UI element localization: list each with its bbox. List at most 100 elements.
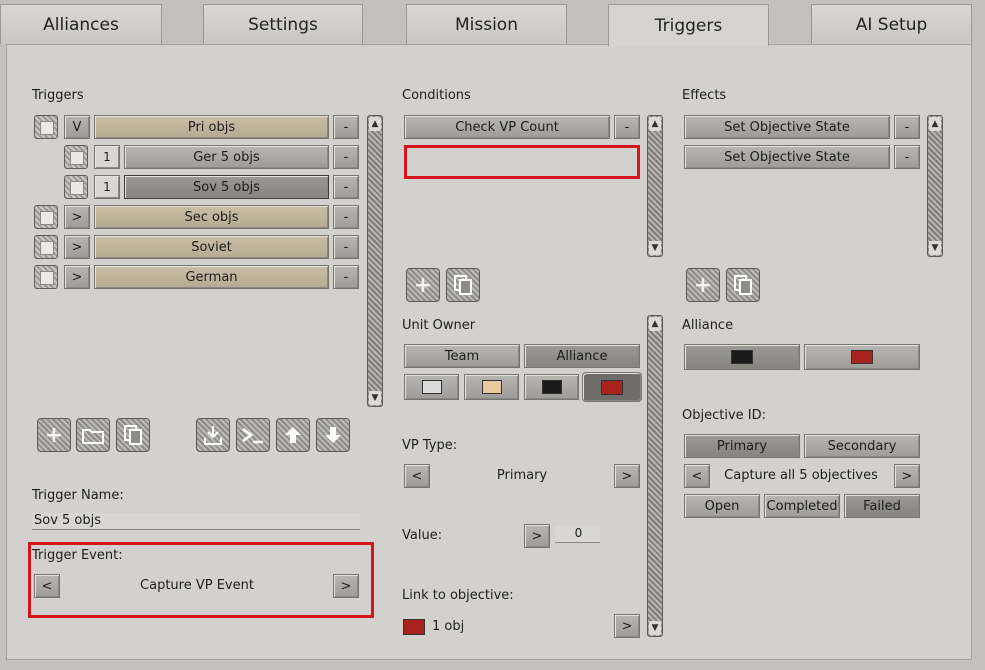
effect-set-objective-state[interactable]: Set Objective State bbox=[684, 115, 890, 139]
effect-remove-button[interactable]: - bbox=[894, 115, 920, 139]
trigger-remove-button[interactable]: - bbox=[333, 175, 359, 199]
trigger-order-number: 1 bbox=[94, 175, 120, 199]
state-completed-button[interactable]: Completed bbox=[764, 494, 840, 518]
link-objective-value: 1 obj bbox=[432, 619, 465, 634]
tab-triggers[interactable]: Triggers bbox=[608, 4, 769, 46]
vp-type-value: Primary bbox=[496, 468, 548, 483]
scroll-up-icon[interactable]: ▲ bbox=[369, 117, 381, 131]
copy-trigger-button[interactable] bbox=[116, 418, 150, 452]
vp-type-next-button[interactable]: > bbox=[614, 464, 640, 488]
trigger-row-soviet[interactable]: Soviet bbox=[94, 235, 329, 259]
scroll-up-icon[interactable]: ▲ bbox=[649, 117, 661, 131]
value-label: Value: bbox=[402, 528, 443, 543]
terminal-icon bbox=[242, 428, 263, 444]
objective-secondary-button[interactable]: Secondary bbox=[804, 434, 920, 458]
color-swatch bbox=[421, 380, 442, 394]
tab-ai-setup[interactable]: AI Setup bbox=[811, 4, 972, 44]
trigger-checkbox[interactable] bbox=[34, 205, 58, 229]
add-condition-button[interactable]: + bbox=[406, 268, 440, 302]
objective-id-label: Objective ID: bbox=[682, 408, 766, 423]
link-to-objective-label: Link to objective: bbox=[402, 588, 514, 603]
trigger-remove-button[interactable]: - bbox=[333, 115, 359, 139]
scroll-down-icon[interactable]: ▼ bbox=[649, 241, 661, 255]
tab-mission[interactable]: Mission bbox=[406, 4, 567, 44]
copy-condition-button[interactable] bbox=[446, 268, 480, 302]
effects-heading: Effects bbox=[682, 88, 727, 103]
condition-check-vp-count[interactable]: Check VP Count bbox=[404, 115, 610, 139]
trigger-checkbox[interactable] bbox=[34, 235, 58, 259]
arrow-down-icon bbox=[325, 427, 341, 443]
objective-color-swatch bbox=[403, 619, 425, 635]
effects-scrollbar[interactable]: ▲ ▼ bbox=[927, 115, 943, 257]
trigger-row-sec-objs[interactable]: Sec objs bbox=[94, 205, 329, 229]
copy-effect-button[interactable] bbox=[726, 268, 760, 302]
trigger-expand-button[interactable]: V bbox=[64, 115, 90, 139]
trigger-checkbox[interactable] bbox=[34, 265, 58, 289]
trigger-row-ger-5-objs[interactable]: Ger 5 objs bbox=[124, 145, 329, 169]
unit-owner-team-button[interactable]: Team bbox=[404, 344, 520, 368]
alliance-color-button[interactable] bbox=[804, 344, 920, 370]
triggers-heading: Triggers bbox=[32, 88, 84, 103]
owner-color-button[interactable] bbox=[464, 374, 519, 400]
objective-prev-button[interactable]: < bbox=[684, 464, 710, 488]
unit-owner-alliance-button[interactable]: Alliance bbox=[524, 344, 640, 368]
state-open-button[interactable]: Open bbox=[684, 494, 760, 518]
alliance-label: Alliance bbox=[682, 318, 734, 333]
add-effect-button[interactable]: + bbox=[686, 268, 720, 302]
condition-details-scrollbar[interactable]: ▲ ▼ bbox=[647, 315, 663, 637]
move-down-button[interactable] bbox=[316, 418, 350, 452]
scroll-up-icon[interactable]: ▲ bbox=[649, 317, 661, 331]
copy-icon bbox=[734, 275, 752, 295]
condition-remove-button[interactable]: - bbox=[614, 115, 640, 139]
scroll-down-icon[interactable]: ▼ bbox=[929, 241, 941, 255]
trigger-row-sov-5-objs[interactable]: Sov 5 objs bbox=[124, 175, 329, 199]
link-objective-next-button[interactable]: > bbox=[614, 614, 640, 638]
conditions-heading: Conditions bbox=[402, 88, 471, 103]
objective-primary-button[interactable]: Primary bbox=[684, 434, 800, 458]
trigger-checkbox[interactable] bbox=[64, 145, 88, 169]
copy-icon bbox=[454, 275, 472, 295]
vp-type-prev-button[interactable]: < bbox=[404, 464, 430, 488]
unit-owner-label: Unit Owner bbox=[402, 318, 476, 333]
tab-settings[interactable]: Settings bbox=[203, 4, 363, 44]
folder-icon bbox=[82, 429, 104, 444]
trigger-remove-button[interactable]: - bbox=[333, 235, 359, 259]
copy-icon bbox=[124, 425, 142, 445]
import-button[interactable] bbox=[196, 418, 230, 452]
alliance-color-button-selected[interactable] bbox=[684, 344, 800, 370]
conditions-scrollbar[interactable]: ▲ ▼ bbox=[647, 115, 663, 257]
trigger-expand-button[interactable]: > bbox=[64, 265, 90, 289]
trigger-remove-button[interactable]: - bbox=[333, 145, 359, 169]
color-swatch bbox=[541, 380, 562, 394]
trigger-remove-button[interactable]: - bbox=[333, 265, 359, 289]
objective-next-button[interactable]: > bbox=[894, 464, 920, 488]
arrow-up-icon bbox=[285, 427, 301, 443]
folder-button[interactable] bbox=[76, 418, 110, 452]
tab-alliances[interactable]: Alliances bbox=[0, 4, 162, 44]
trigger-remove-button[interactable]: - bbox=[333, 205, 359, 229]
add-trigger-button[interactable]: + bbox=[37, 418, 71, 452]
trigger-row-german[interactable]: German bbox=[94, 265, 329, 289]
owner-color-button[interactable] bbox=[404, 374, 459, 400]
state-failed-button[interactable]: Failed bbox=[844, 494, 920, 518]
trigger-name-input[interactable]: Sov 5 objs bbox=[32, 513, 360, 530]
trigger-checkbox[interactable] bbox=[64, 175, 88, 199]
trigger-checkbox[interactable] bbox=[34, 115, 58, 139]
owner-color-button[interactable] bbox=[524, 374, 579, 400]
scroll-down-icon[interactable]: ▼ bbox=[369, 391, 381, 405]
value-increment-button[interactable]: > bbox=[524, 524, 550, 548]
owner-color-button-selected[interactable] bbox=[582, 372, 642, 402]
trigger-expand-button[interactable]: > bbox=[64, 205, 90, 229]
scroll-down-icon[interactable]: ▼ bbox=[649, 621, 661, 635]
effect-remove-button[interactable]: - bbox=[894, 145, 920, 169]
scroll-up-icon[interactable]: ▲ bbox=[929, 117, 941, 131]
value-input[interactable]: 0 bbox=[555, 526, 600, 543]
highlight-box bbox=[28, 542, 374, 618]
move-up-button[interactable] bbox=[276, 418, 310, 452]
trigger-name-label: Trigger Name: bbox=[32, 488, 124, 503]
triggers-scrollbar[interactable]: ▲ ▼ bbox=[367, 115, 383, 407]
trigger-row-pri-objs[interactable]: Pri objs bbox=[94, 115, 329, 139]
trigger-expand-button[interactable]: > bbox=[64, 235, 90, 259]
script-button[interactable] bbox=[236, 418, 270, 452]
effect-set-objective-state[interactable]: Set Objective State bbox=[684, 145, 890, 169]
